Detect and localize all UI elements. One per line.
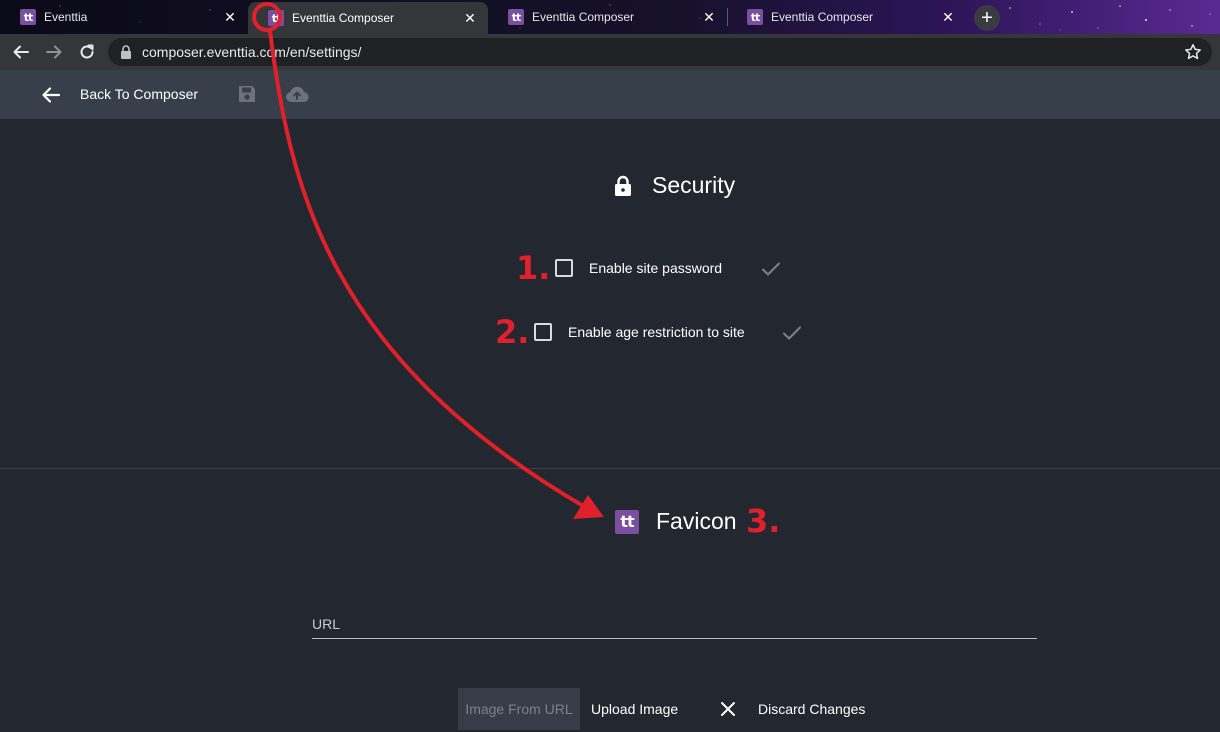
age-restriction-checkbox[interactable] — [534, 323, 552, 341]
close-icon[interactable]: ✕ — [940, 9, 956, 25]
step-2-label: 2. — [495, 313, 530, 351]
arrow-right-icon — [46, 45, 62, 59]
favicon-heading: tt Favicon — [615, 508, 737, 535]
reload-icon — [80, 44, 94, 59]
tab-title: Eventtia — [44, 10, 88, 24]
cloud-upload-icon[interactable] — [285, 83, 309, 105]
forward-button[interactable] — [42, 40, 66, 64]
favicon-url-input[interactable] — [312, 610, 1037, 638]
security-title: Security — [652, 172, 736, 198]
site-password-label: Enable site password — [589, 260, 723, 276]
security-heading: Security — [614, 172, 735, 199]
section-divider — [0, 468, 1220, 469]
eventtia-favicon-icon: tt — [747, 9, 763, 25]
bookmark-star-icon[interactable] — [1184, 43, 1202, 61]
back-button[interactable] — [9, 40, 33, 64]
reload-button[interactable] — [75, 40, 99, 64]
tab-eventtia-composer-active[interactable]: tt Eventtia Composer ✕ — [248, 2, 488, 34]
new-tab-button[interactable]: + — [974, 5, 1000, 31]
arrow-left-icon — [13, 45, 29, 59]
site-password-checkbox[interactable] — [555, 259, 573, 277]
favicon-url-field[interactable] — [312, 610, 1037, 639]
browser-tab-strip: tt Eventtia ✕ tt Eventtia Composer ✕ tt … — [0, 0, 1220, 34]
upload-image-button[interactable]: Upload Image — [591, 688, 678, 730]
eventtia-favicon-icon: tt — [20, 9, 36, 25]
tab-title: Eventtia Composer — [292, 11, 395, 25]
site-password-option[interactable]: Enable site password — [555, 259, 722, 277]
step-1-label: 1. — [516, 249, 551, 287]
tab-eventtia-composer[interactable]: tt Eventtia Composer ✕ — [488, 0, 727, 34]
back-to-composer-link[interactable]: Back To Composer — [80, 86, 198, 102]
discard-changes-label: Discard Changes — [758, 701, 866, 717]
save-icon[interactable] — [237, 84, 257, 104]
tab-title: Eventtia Composer — [771, 10, 874, 24]
lock-icon[interactable] — [120, 45, 134, 59]
tab-title: Eventtia Composer — [532, 10, 635, 24]
address-bar[interactable]: composer.eventtia.com/en/settings/ — [108, 38, 1212, 66]
close-icon[interactable]: ✕ — [701, 9, 717, 25]
tab-eventtia-composer[interactable]: tt Eventtia Composer ✕ — [727, 0, 966, 34]
image-from-url-button[interactable]: Image From URL — [458, 688, 580, 730]
annotation-arrowhead — [573, 495, 604, 519]
close-icon[interactable]: ✕ — [462, 10, 478, 26]
eventtia-favicon-icon: tt — [268, 10, 284, 26]
close-icon — [721, 702, 735, 716]
age-restriction-option[interactable]: Enable age restriction to site — [534, 323, 745, 341]
eventtia-favicon-icon: tt — [508, 9, 524, 25]
check-icon[interactable] — [761, 261, 781, 277]
favicon-title: Favicon — [656, 508, 737, 534]
app-header: Back To Composer — [0, 70, 1220, 119]
lock-icon — [615, 175, 631, 196]
check-icon[interactable] — [782, 325, 802, 341]
close-icon[interactable]: ✕ — [222, 9, 238, 25]
back-arrow-icon[interactable] — [41, 85, 61, 105]
step-3-label: 3. — [746, 502, 781, 540]
browser-toolbar: composer.eventtia.com/en/settings/ — [0, 34, 1220, 70]
favicon-preview-icon: tt — [615, 509, 639, 534]
url-text: composer.eventtia.com/en/settings/ — [142, 44, 362, 60]
tab-eventtia[interactable]: tt Eventtia ✕ — [0, 0, 248, 34]
discard-changes-button[interactable]: Discard Changes — [720, 688, 865, 730]
age-restriction-label: Enable age restriction to site — [568, 324, 745, 340]
